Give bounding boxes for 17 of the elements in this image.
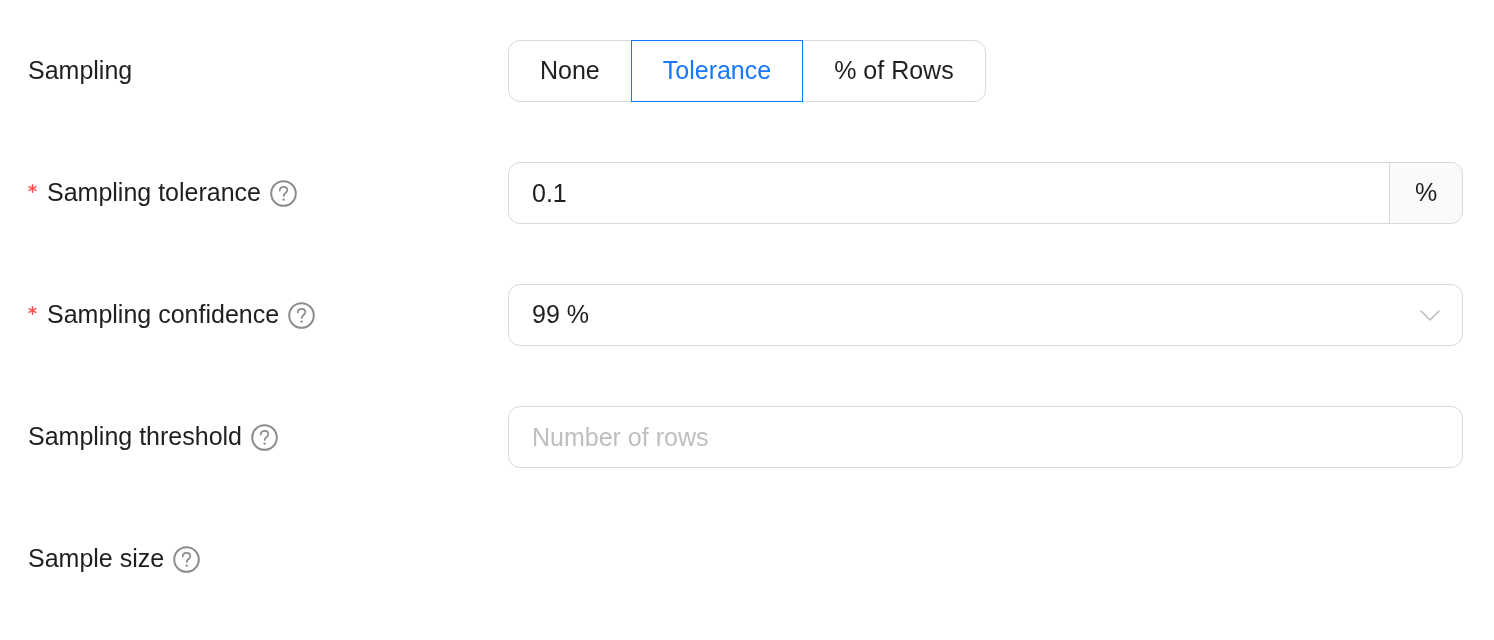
input-field[interactable]: Number of rows: [508, 406, 1463, 468]
input-field[interactable]: 0.1: [508, 162, 1390, 224]
field-label: Sampling confidence: [47, 299, 280, 331]
segment-option[interactable]: None: [508, 40, 632, 102]
field-label: Sampling: [28, 55, 133, 87]
help-icon[interactable]: [270, 179, 297, 207]
select-field[interactable]: 99 %: [508, 284, 1463, 346]
chevron-down-icon: [1420, 309, 1440, 321]
help-icon[interactable]: [251, 423, 278, 451]
field-label: Sampling threshold: [28, 421, 242, 453]
help-icon[interactable]: [288, 301, 316, 329]
field-label: Sampling tolerance: [47, 177, 261, 209]
segment-option[interactable]: Tolerance: [630, 40, 804, 102]
unit-addon: %: [1389, 162, 1463, 224]
help-icon[interactable]: [173, 545, 201, 573]
segment-option[interactable]: % of Rows: [802, 40, 986, 102]
field-label: Sample size: [28, 543, 165, 575]
